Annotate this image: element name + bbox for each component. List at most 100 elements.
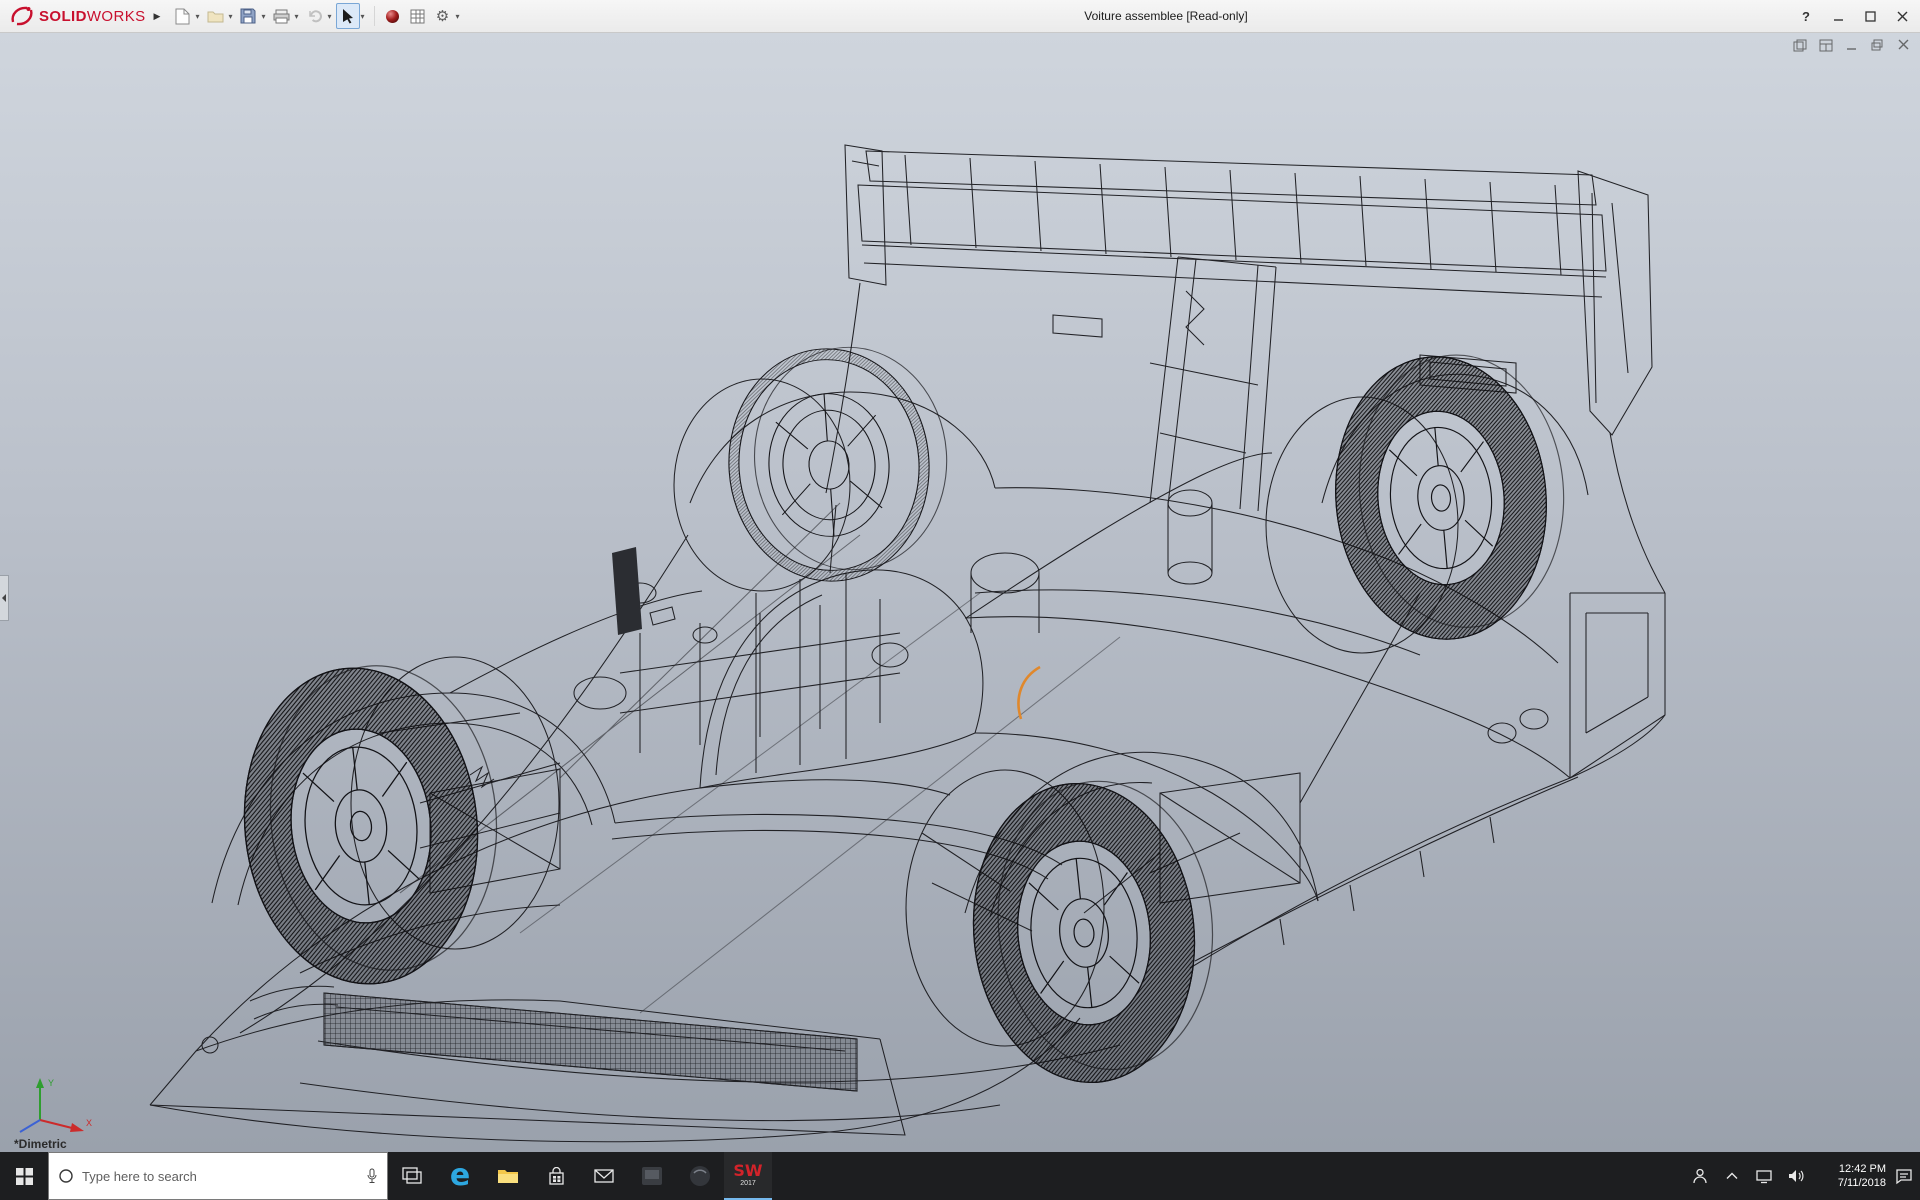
doc-new-window-button[interactable] — [1791, 37, 1808, 53]
y-axis-label: Y — [48, 1078, 54, 1088]
taskbar-app-store[interactable] — [532, 1152, 580, 1200]
close-icon — [1897, 11, 1908, 22]
save-button[interactable] — [236, 3, 260, 29]
appearances-button[interactable] — [381, 3, 405, 29]
dark-app-icon — [641, 1166, 663, 1186]
dark-circle-app-icon — [689, 1165, 711, 1187]
design-table-icon — [410, 9, 425, 24]
new-document-icon — [175, 8, 190, 25]
clock-date: 7/11/2018 — [1812, 1176, 1886, 1190]
task-view-icon — [402, 1167, 422, 1185]
toolbar-flyout-icon[interactable]: ▶ — [154, 11, 161, 22]
front-right-wheel — [721, 341, 955, 588]
ds-logo-icon — [10, 5, 34, 27]
new-window-icon — [1793, 39, 1807, 52]
chevron-up-icon — [1726, 1172, 1738, 1180]
edge-icon: e — [450, 1161, 470, 1191]
car-body-wireframe — [150, 145, 1665, 1142]
dropdown-caret-icon[interactable]: ▾ — [361, 12, 365, 21]
dropdown-caret-icon[interactable]: ▾ — [195, 12, 199, 21]
undo-arrow-icon — [307, 9, 323, 23]
solidworks-window: SOLIDWORKS ▶ ▾ ▾ ▾ — [0, 0, 1920, 1200]
taskbar-app-edge[interactable]: e — [436, 1152, 484, 1200]
window-controls: ? — [1790, 0, 1918, 33]
taskbar-clock[interactable]: 12:42 PM 7/11/2018 — [1812, 1162, 1888, 1190]
doc-close-button[interactable] — [1895, 37, 1912, 53]
dropdown-caret-icon[interactable]: ▾ — [228, 12, 232, 21]
taskbar-app-file-explorer[interactable] — [484, 1152, 532, 1200]
taskbar-search-box[interactable] — [48, 1152, 388, 1200]
dropdown-caret-icon[interactable]: ▾ — [328, 12, 332, 21]
view-orientation-label: *Dimetric — [14, 1137, 67, 1151]
hidden-icons-button[interactable] — [1716, 1152, 1748, 1200]
options-button[interactable]: ⚙ — [431, 3, 455, 29]
action-center-icon — [1895, 1168, 1913, 1185]
rear-left-wheel — [959, 771, 1228, 1094]
cortana-icon — [58, 1168, 74, 1184]
doc-minimize-button[interactable] — [1843, 37, 1860, 53]
gear-icon: ⚙ — [436, 9, 449, 24]
system-tray: 12:42 PM 7/11/2018 — [1684, 1152, 1920, 1200]
action-center-button[interactable] — [1888, 1152, 1920, 1200]
feature-tree-collapsed-tab[interactable] — [0, 575, 9, 621]
doc-restore-icon — [1871, 39, 1884, 51]
appearance-sphere-icon — [385, 9, 400, 24]
dropdown-caret-icon[interactable]: ▾ — [261, 12, 265, 21]
doc-tile-button[interactable] — [1817, 37, 1834, 53]
rear-right-wheel — [1324, 346, 1576, 648]
taskbar-app-mail[interactable] — [580, 1152, 628, 1200]
window-title: Voiture assemblee [Read-only] — [1084, 9, 1247, 23]
graphics-viewport[interactable]: Y X *Dimetric — [0, 33, 1920, 1152]
doc-restore-button[interactable] — [1869, 37, 1886, 53]
clock-time: 12:42 PM — [1812, 1162, 1886, 1176]
open-button[interactable] — [203, 3, 227, 29]
open-folder-icon — [207, 9, 224, 23]
help-button[interactable]: ? — [1790, 0, 1822, 33]
taskbar-app-dark-circle[interactable] — [676, 1152, 724, 1200]
network-button[interactable] — [1748, 1152, 1780, 1200]
mail-icon — [594, 1168, 614, 1184]
titlebar: SOLIDWORKS ▶ ▾ ▾ ▾ — [0, 0, 1920, 33]
start-button[interactable] — [0, 1152, 48, 1200]
toolbar-separator — [374, 6, 375, 26]
dropdown-caret-icon[interactable]: ▾ — [294, 12, 298, 21]
close-button[interactable] — [1886, 0, 1918, 33]
file-explorer-icon — [497, 1167, 519, 1185]
new-document-button[interactable] — [170, 3, 194, 29]
tile-windows-icon — [1819, 39, 1833, 52]
undo-button[interactable] — [303, 3, 327, 29]
volume-button[interactable] — [1780, 1152, 1812, 1200]
network-icon — [1755, 1168, 1773, 1184]
store-icon — [547, 1167, 566, 1186]
app-name: SOLIDWORKS — [39, 8, 146, 25]
standard-toolbar: ▾ ▾ ▾ ▾ — [170, 3, 462, 29]
minimize-button[interactable] — [1822, 0, 1854, 33]
search-input[interactable] — [82, 1169, 358, 1184]
microphone-icon[interactable] — [366, 1168, 378, 1184]
select-cursor-icon — [342, 8, 354, 24]
windows-taskbar: e — [0, 1152, 1920, 1200]
maximize-icon — [1865, 11, 1876, 22]
front-left-wheel — [229, 654, 512, 995]
doc-minimize-icon — [1846, 39, 1858, 51]
save-floppy-icon — [240, 8, 256, 24]
wireframe-car-model[interactable] — [0, 33, 1920, 1152]
reference-triad: Y X — [6, 1074, 98, 1136]
minimize-icon — [1833, 11, 1844, 22]
task-view-button[interactable] — [388, 1152, 436, 1200]
select-tool-button[interactable] — [336, 3, 360, 29]
solidworks-year-badge: 2017 — [740, 1180, 756, 1187]
x-axis-label: X — [86, 1118, 92, 1128]
taskbar-app-solidworks[interactable]: SW 2017 — [724, 1152, 772, 1200]
people-icon — [1691, 1167, 1709, 1185]
highlighted-edge[interactable] — [1018, 667, 1040, 719]
people-button[interactable] — [1684, 1152, 1716, 1200]
design-table-button[interactable] — [406, 3, 430, 29]
windows-start-icon — [16, 1168, 33, 1185]
speaker-icon — [1787, 1168, 1805, 1184]
solidworks-logo: SOLIDWORKS — [0, 5, 150, 27]
print-button[interactable] — [269, 3, 293, 29]
dropdown-caret-icon[interactable]: ▾ — [456, 12, 460, 21]
taskbar-app-dark-square[interactable] — [628, 1152, 676, 1200]
maximize-button[interactable] — [1854, 0, 1886, 33]
